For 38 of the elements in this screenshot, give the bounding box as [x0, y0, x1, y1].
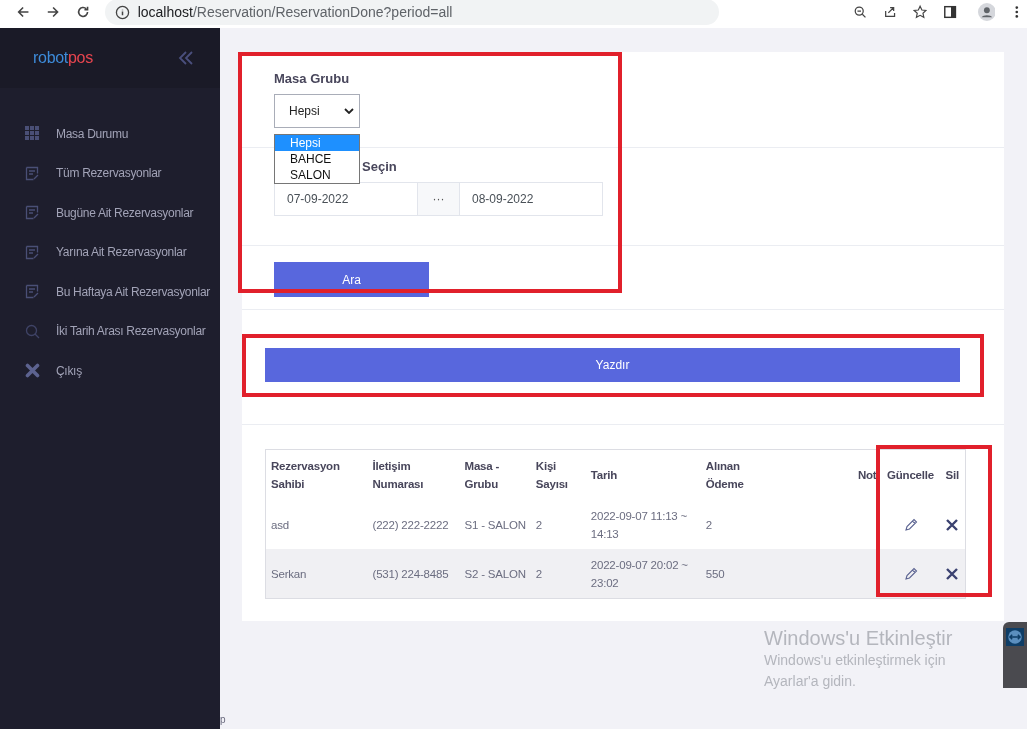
sidebar-item[interactable]: Tüm Rezervasyonlar — [0, 153, 220, 193]
field-label: Seçin — [361, 159, 398, 174]
column-header: Alınan Ödeme — [700, 449, 767, 500]
table-cell: S1 - SALON — [459, 500, 531, 549]
column-header: Not — [766, 449, 882, 500]
text-fragment: p — [220, 714, 226, 725]
sidebar-item[interactable]: Çıkış — [0, 351, 220, 391]
table-cell: 2022-09-07 11:13 ~ 14:13 — [585, 500, 701, 549]
sidebar-item[interactable]: Yarına Ait Rezervasyonlar — [0, 232, 220, 272]
address-bar[interactable]: localhost/Reservation/ReservationDone?period=all — [104, 0, 719, 25]
table-cell: 2 — [530, 549, 586, 599]
table-cell: (222) 222-2222 — [367, 500, 460, 549]
table-cell: S2 - SALON — [459, 549, 531, 599]
sidebar-item[interactable]: İki Tarih Arası Rezervasyonlar — [0, 311, 220, 351]
activation-notice: Windows'u Etkinleştir Windows'u etkinleştirmek için Ayarlar'a gidin. — [764, 627, 954, 691]
sidebar-item[interactable]: Masa Durumu — [0, 114, 220, 154]
dropdown-option[interactable]: SALON — [275, 167, 359, 183]
column-header: Kişi Sayısı — [530, 449, 586, 500]
table-cell: 2 — [530, 500, 586, 549]
dropdown-option[interactable]: BAHCE — [275, 151, 359, 167]
table-cell: 2 — [700, 500, 767, 549]
column-header: Rezervasyon Sahibi — [265, 449, 368, 500]
logo[interactable]: robotpos — [33, 49, 93, 67]
group-select[interactable]: Hepsi — [274, 94, 360, 128]
column-header: İletişim Numarası — [367, 449, 460, 500]
column-header: Masa - Grubu — [459, 449, 531, 500]
sidebar-item[interactable]: Bu Haftaya Ait Rezervasyonlar — [0, 272, 220, 312]
print-button[interactable]: Yazdır — [265, 348, 960, 382]
table-cell: 2022-09-07 20:02 ~ 23:02 — [585, 549, 701, 599]
column-header: Tarih — [585, 449, 701, 500]
column-header: Sil — [939, 449, 966, 500]
field-label: Masa Grubu — [274, 71, 351, 86]
sidebar-item[interactable]: Bugüne Ait Rezervasyonlar — [0, 193, 220, 233]
table-cell: Serkan — [265, 549, 368, 599]
table-cell: asd — [265, 500, 368, 549]
table-cell: (531) 224-8485 — [367, 549, 460, 599]
table-cell: 550 — [700, 549, 767, 599]
column-header: Güncelle — [881, 449, 940, 500]
